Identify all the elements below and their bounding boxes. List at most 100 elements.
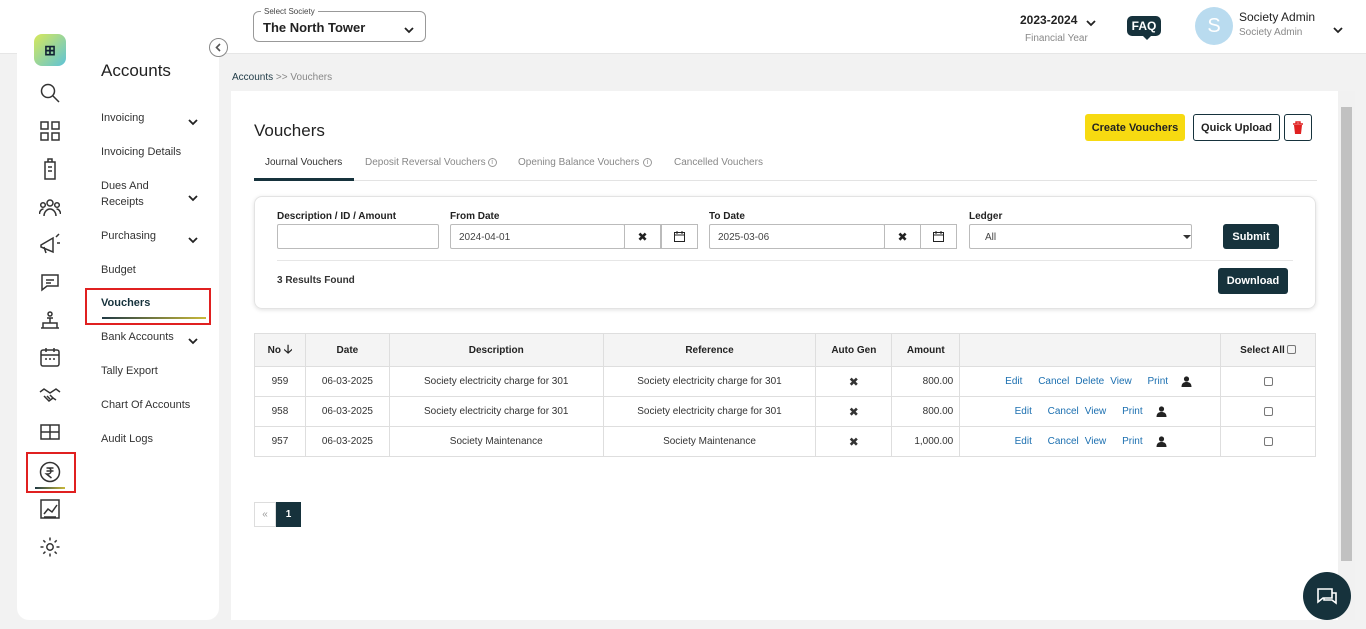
user-icon[interactable] [1156, 436, 1167, 447]
delete-button[interactable] [1284, 114, 1312, 141]
calendar-icon[interactable] [661, 224, 698, 249]
info-icon[interactable]: i [487, 157, 497, 167]
cell-date: 06-03-2025 [304, 396, 390, 427]
gear-icon[interactable] [39, 536, 61, 558]
clear-from-date-icon[interactable]: ✖ [624, 224, 661, 249]
society-select[interactable]: Select Society The North Tower [253, 7, 426, 42]
cell-select [1220, 366, 1316, 397]
cancel-link[interactable]: Cancel [1048, 436, 1079, 447]
print-link[interactable]: Print [1122, 436, 1143, 447]
cell-actions: Edit Cancel View Print [959, 426, 1222, 457]
building-icon[interactable] [39, 158, 61, 180]
tab-deposit-reversal-vouchers[interactable]: Deposit Reversal Vouchers i [365, 157, 497, 168]
vouchers-table: No 🡣 Date Description Reference Auto Gen… [254, 333, 1316, 457]
from-date-input[interactable]: 2024-04-01 [450, 224, 625, 249]
sidebar-item-audit-logs[interactable]: Audit Logs [101, 431, 153, 447]
active-indicator [35, 487, 65, 489]
clear-to-date-icon[interactable]: ✖ [884, 224, 921, 249]
row-checkbox[interactable] [1263, 406, 1273, 416]
sidebar-item-chart-of-accounts[interactable]: Chart Of Accounts [101, 397, 190, 413]
download-button[interactable]: Download [1218, 268, 1288, 294]
user-icon[interactable] [1181, 376, 1192, 387]
description-filter-input[interactable] [277, 224, 439, 249]
results-count: 3 Results Found [277, 275, 355, 286]
view-link[interactable]: View [1085, 436, 1107, 447]
to-date-input[interactable]: 2025-03-06 [709, 224, 885, 249]
announcement-icon[interactable] [39, 233, 61, 255]
user-icon[interactable] [1156, 406, 1167, 417]
create-vouchers-button[interactable]: Create Vouchers [1085, 114, 1185, 141]
select-all-checkbox[interactable] [1286, 344, 1296, 354]
edit-link[interactable]: Edit [1015, 436, 1032, 447]
service-icon[interactable] [39, 309, 61, 331]
scrollbar[interactable] [1338, 91, 1355, 620]
chevron-down-icon[interactable] [188, 190, 198, 202]
sidebar-item-budget[interactable]: Budget [101, 262, 136, 278]
chevron-down-icon[interactable] [188, 114, 198, 126]
breadcrumb-current: Vouchers [290, 72, 333, 83]
cancel-link[interactable]: Cancel [1038, 376, 1069, 387]
scrollbar-thumb[interactable] [1341, 107, 1352, 561]
chevron-down-icon[interactable] [1333, 22, 1343, 34]
sort-down-icon[interactable]: 🡣 [284, 342, 293, 356]
chevron-down-icon[interactable] [188, 333, 198, 345]
cell-no: 957 [254, 426, 306, 457]
ledger-select[interactable]: All [969, 224, 1192, 249]
sidebar-item-vouchers[interactable]: Vouchers [101, 295, 150, 311]
chevron-down-icon[interactable] [1086, 15, 1096, 27]
sidebar-item-purchasing[interactable]: Purchasing [101, 228, 156, 244]
sidebar-item-bank-accounts[interactable]: Bank Accounts [101, 329, 174, 345]
print-link[interactable]: Print [1122, 406, 1143, 417]
cell-auto-gen: ✖ [815, 426, 893, 457]
tab-label: Deposit Reversal Vouchers [365, 157, 486, 168]
chat-icon [1317, 588, 1337, 605]
edit-link[interactable]: Edit [1015, 406, 1032, 417]
chat-support-button[interactable] [1303, 572, 1351, 620]
collapse-sidebar-button[interactable] [209, 38, 228, 57]
search-icon[interactable] [39, 82, 61, 104]
tab-cancelled-vouchers[interactable]: Cancelled Vouchers [674, 157, 763, 168]
financial-year-select[interactable]: 2023-2024 [1020, 13, 1077, 27]
calendar-icon[interactable] [920, 224, 957, 249]
faq-button[interactable]: FAQ [1127, 16, 1161, 40]
info-icon[interactable]: i [643, 157, 653, 167]
cell-auto-gen: ✖ [815, 396, 893, 427]
sidebar-item-invoicing[interactable]: Invoicing [101, 110, 144, 126]
tab-journal-vouchers[interactable]: Journal Vouchers [265, 157, 342, 168]
sidebar-item-tally-export[interactable]: Tally Export [101, 363, 158, 379]
column-header-select-all[interactable]: Select All [1220, 333, 1316, 367]
cancel-link[interactable]: Cancel [1048, 406, 1079, 417]
table-row: 958 06-03-2025 Society electricity charg… [254, 396, 1316, 427]
gate-icon[interactable] [39, 421, 61, 443]
row-checkbox[interactable] [1263, 376, 1273, 386]
chat-icon[interactable] [39, 271, 61, 293]
handshake-icon[interactable] [39, 384, 61, 406]
row-checkbox[interactable] [1263, 436, 1273, 446]
dashboard-icon[interactable] [39, 120, 61, 142]
sidebar-item-invoicing-details[interactable]: Invoicing Details [101, 144, 181, 160]
tab-opening-balance-vouchers[interactable]: Opening Balance Vouchers i [518, 157, 653, 168]
edit-link[interactable]: Edit [1005, 376, 1022, 387]
user-name[interactable]: Society Admin [1239, 10, 1315, 24]
delete-link[interactable]: Delete [1075, 376, 1104, 387]
app-logo[interactable]: ⊞ [34, 34, 66, 66]
rupee-icon[interactable] [39, 461, 61, 483]
sidebar-item-dues-and-receipts[interactable]: Dues And Receipts [101, 178, 161, 210]
submit-button[interactable]: Submit [1223, 224, 1279, 249]
view-link[interactable]: View [1085, 406, 1107, 417]
column-header-no[interactable]: No 🡣 [254, 333, 306, 367]
calendar-icon[interactable] [39, 346, 61, 368]
pagination-prev[interactable]: « [254, 502, 276, 527]
breadcrumb-root[interactable]: Accounts [232, 72, 273, 83]
tab-divider [254, 180, 1317, 181]
view-link[interactable]: View [1110, 376, 1132, 387]
column-header-amount: Amount [891, 333, 961, 367]
members-icon[interactable] [39, 196, 61, 218]
pagination-page[interactable]: 1 [276, 502, 301, 527]
quick-upload-button[interactable]: Quick Upload [1193, 114, 1280, 141]
print-link[interactable]: Print [1148, 376, 1169, 387]
cell-description: Society Maintenance [388, 426, 604, 457]
avatar[interactable]: S [1195, 7, 1233, 45]
chevron-down-icon[interactable] [188, 232, 198, 244]
report-icon[interactable] [39, 498, 61, 520]
